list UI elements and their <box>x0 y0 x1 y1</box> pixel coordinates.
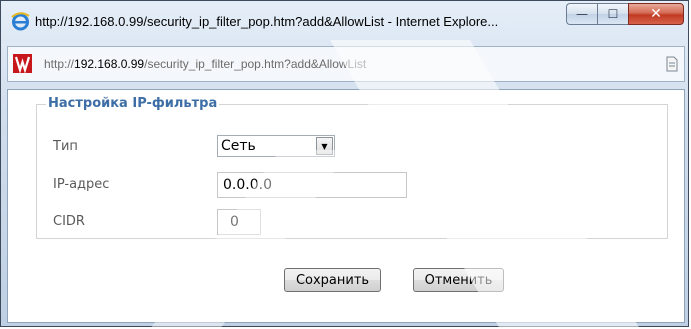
cidr-label: CIDR <box>53 214 85 229</box>
url-host: 192.168.0.99 <box>74 57 145 71</box>
popup-window: http://192.168.0.99/security_ip_filter_p… <box>0 0 689 327</box>
maximize-button[interactable]: ☐ <box>597 3 628 25</box>
close-button[interactable]: ✕ <box>628 3 684 25</box>
title-bar[interactable]: http://192.168.0.99/security_ip_filter_p… <box>1 1 688 45</box>
save-button[interactable]: Сохранить <box>284 268 381 292</box>
popup-content: Настройка IP-фильтра Тип Сеть ▼ IP-адрес… <box>7 89 685 323</box>
ip-address-label: IP-адрес <box>53 177 110 192</box>
url-prefix: http:// <box>44 57 75 71</box>
maximize-icon: ☐ <box>607 7 619 21</box>
address-url: http://192.168.0.99/security_ip_filter_p… <box>44 57 366 71</box>
internet-explorer-icon <box>11 12 30 31</box>
fieldset-legend: Настройка IP-фильтра <box>46 96 220 111</box>
ip-filter-fieldset: Настройка IP-фильтра Тип Сеть ▼ IP-адрес… <box>36 96 668 239</box>
site-favicon-icon <box>13 54 32 74</box>
triangle-down-icon[interactable]: ▼ <box>316 137 333 155</box>
minimize-icon: — <box>576 7 588 21</box>
window-controls: — ☐ ✕ <box>566 3 684 27</box>
cancel-button[interactable]: Отменить <box>413 268 504 292</box>
type-label: Тип <box>53 139 78 154</box>
close-icon: ✕ <box>650 6 662 22</box>
document-icon <box>666 56 678 72</box>
ip-address-input[interactable]: 0.0.0.0 <box>217 172 407 198</box>
type-select-value: Сеть <box>221 138 256 154</box>
url-path: /security_ip_filter_pop.htm?add&AllowLis… <box>144 57 367 71</box>
address-bar[interactable]: http://192.168.0.99/security_ip_filter_p… <box>7 46 685 82</box>
cidr-input[interactable]: 0 <box>217 209 261 235</box>
minimize-button[interactable]: — <box>566 3 597 25</box>
window-title: http://192.168.0.99/security_ip_filter_p… <box>35 14 499 29</box>
type-select[interactable]: Сеть ▼ <box>217 135 335 157</box>
